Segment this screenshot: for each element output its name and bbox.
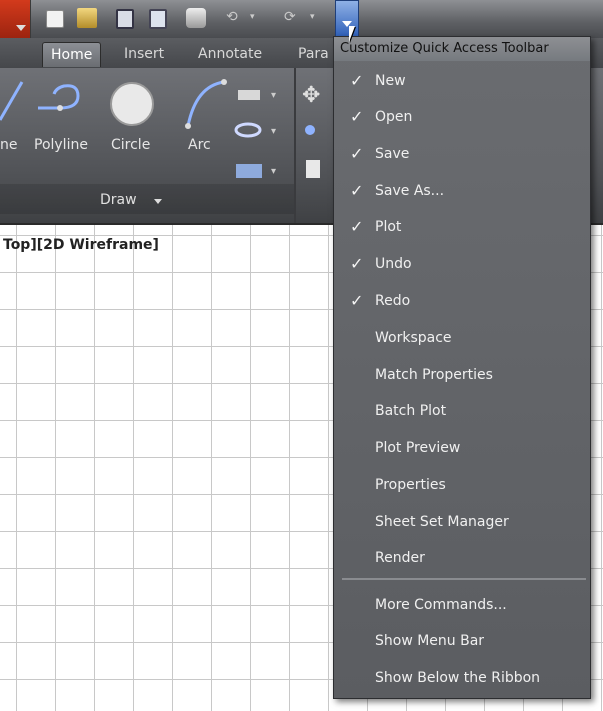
menu-item-label: Batch Plot [375, 403, 447, 419]
menu-item-label: Plot [375, 219, 402, 235]
menu-item-undo[interactable]: ✓ Undo [334, 246, 590, 282]
menu-item-label: Properties [375, 477, 446, 493]
chevron-down-icon[interactable] [154, 199, 162, 204]
polyline-tool-icon[interactable] [38, 84, 80, 110]
menu-item-label: Redo [375, 293, 411, 309]
new-file-icon[interactable] [46, 10, 64, 28]
menu-item-sheet-set-manager[interactable]: Sheet Set Manager [334, 504, 590, 540]
menu-item-workspace[interactable]: Workspace [334, 320, 590, 356]
check-icon: ✓ [350, 217, 364, 236]
copy-icon[interactable] [305, 125, 315, 135]
check-icon: ✓ [350, 291, 364, 310]
menu-item-label: Save [375, 146, 410, 162]
rectangle-tool-icon[interactable] [238, 90, 260, 100]
customize-qat-menu: Customize Quick Access Toolbar ✓ New ✓ O… [333, 36, 591, 699]
stretch-icon[interactable] [306, 160, 320, 178]
svg-text:▾: ▾ [271, 126, 276, 137]
menu-item-label: Plot Preview [375, 440, 461, 456]
menu-title: Customize Quick Access Toolbar [334, 37, 590, 61]
viewport-label[interactable]: Top][2D Wireframe] [3, 237, 159, 253]
plot-printer-icon[interactable] [186, 8, 206, 28]
menu-item-show-menu-bar[interactable]: Show Menu Bar [334, 623, 590, 659]
menu-item-open[interactable]: ✓ Open [334, 99, 590, 135]
menu-item-label: More Commands... [375, 597, 507, 613]
menu-item-render[interactable]: Render [334, 540, 590, 576]
panel-divider [294, 68, 296, 223]
line-tool-label[interactable]: ne [0, 137, 18, 153]
customize-qat-button[interactable] [335, 0, 359, 38]
check-icon: ✓ [350, 181, 364, 200]
check-icon: ✓ [350, 71, 364, 90]
menu-item-plot[interactable]: ✓ Plot [334, 209, 590, 245]
menu-item-label: Show Menu Bar [375, 633, 485, 649]
hatch-tool-icon[interactable] [234, 122, 262, 138]
save-as-icon[interactable] [149, 9, 167, 29]
chevron-down-icon [16, 25, 26, 31]
svg-text:▾: ▾ [271, 166, 276, 177]
undo-dropdown-icon[interactable]: ▾ [250, 12, 260, 22]
menu-item-label: Open [375, 109, 413, 125]
open-folder-icon[interactable] [77, 8, 97, 28]
menu-item-label: Undo [375, 256, 412, 272]
arc-tool-label[interactable]: Arc [188, 137, 211, 153]
draw-panel-label[interactable]: Draw [100, 192, 137, 208]
redo-icon[interactable]: ⟳ [284, 10, 302, 24]
quick-access-toolbar: ⟲ ▾ ⟳ ▾ [0, 0, 603, 62]
check-icon: ✓ [350, 144, 364, 163]
menu-item-label: Match Properties [375, 367, 493, 383]
tab-partial-right[interactable]: u [594, 42, 603, 66]
save-icon[interactable] [116, 9, 134, 29]
menu-item-more-commands[interactable]: More Commands... [334, 587, 590, 623]
menu-item-redo[interactable]: ✓ Redo [334, 283, 590, 319]
menu-item-label: Show Below the Ribbon [375, 670, 541, 686]
menu-item-match-properties[interactable]: Match Properties [334, 357, 590, 393]
check-icon: ✓ [350, 254, 364, 273]
menu-item-label: New [375, 73, 406, 89]
circle-tool-icon[interactable] [110, 82, 154, 126]
tab-insert[interactable]: Insert [116, 42, 172, 66]
menu-item-show-below-ribbon[interactable]: Show Below the Ribbon [334, 660, 590, 696]
menu-item-label: Sheet Set Manager [375, 514, 509, 530]
menu-item-properties[interactable]: Properties [334, 467, 590, 503]
region-tool-icon[interactable] [236, 164, 262, 178]
svg-text:▾: ▾ [271, 90, 276, 101]
menu-item-new[interactable]: ✓ New [334, 63, 590, 99]
menu-item-save[interactable]: ✓ Save [334, 136, 590, 172]
tab-annotate[interactable]: Annotate [190, 42, 270, 66]
draw-panel-title-bar[interactable] [0, 184, 294, 214]
menu-item-save-as[interactable]: ✓ Save As... [334, 173, 590, 209]
line-tool-icon[interactable] [0, 81, 24, 121]
circle-tool-label[interactable]: Circle [111, 137, 150, 153]
redo-dropdown-icon[interactable]: ▾ [310, 12, 320, 22]
check-icon: ✓ [350, 107, 364, 126]
mouse-cursor-icon [349, 26, 355, 42]
polyline-tool-label[interactable]: Polyline [34, 137, 88, 153]
tab-parametric[interactable]: Para [290, 42, 337, 66]
menu-item-plot-preview[interactable]: Plot Preview [334, 430, 590, 466]
arc-tool-icon[interactable] [186, 80, 225, 127]
menu-item-batch-plot[interactable]: Batch Plot [334, 393, 590, 429]
menu-item-label: Save As... [375, 183, 445, 199]
menu-item-label: Render [375, 550, 425, 566]
move-icon[interactable]: ✥ [302, 83, 320, 108]
draw-tools-icons: ▾ ▾ ▾ [0, 79, 276, 178]
menu-item-label: Workspace [375, 330, 452, 346]
menu-separator [342, 578, 586, 580]
tab-home[interactable]: Home [42, 42, 102, 67]
undo-icon[interactable]: ⟲ [226, 10, 244, 24]
